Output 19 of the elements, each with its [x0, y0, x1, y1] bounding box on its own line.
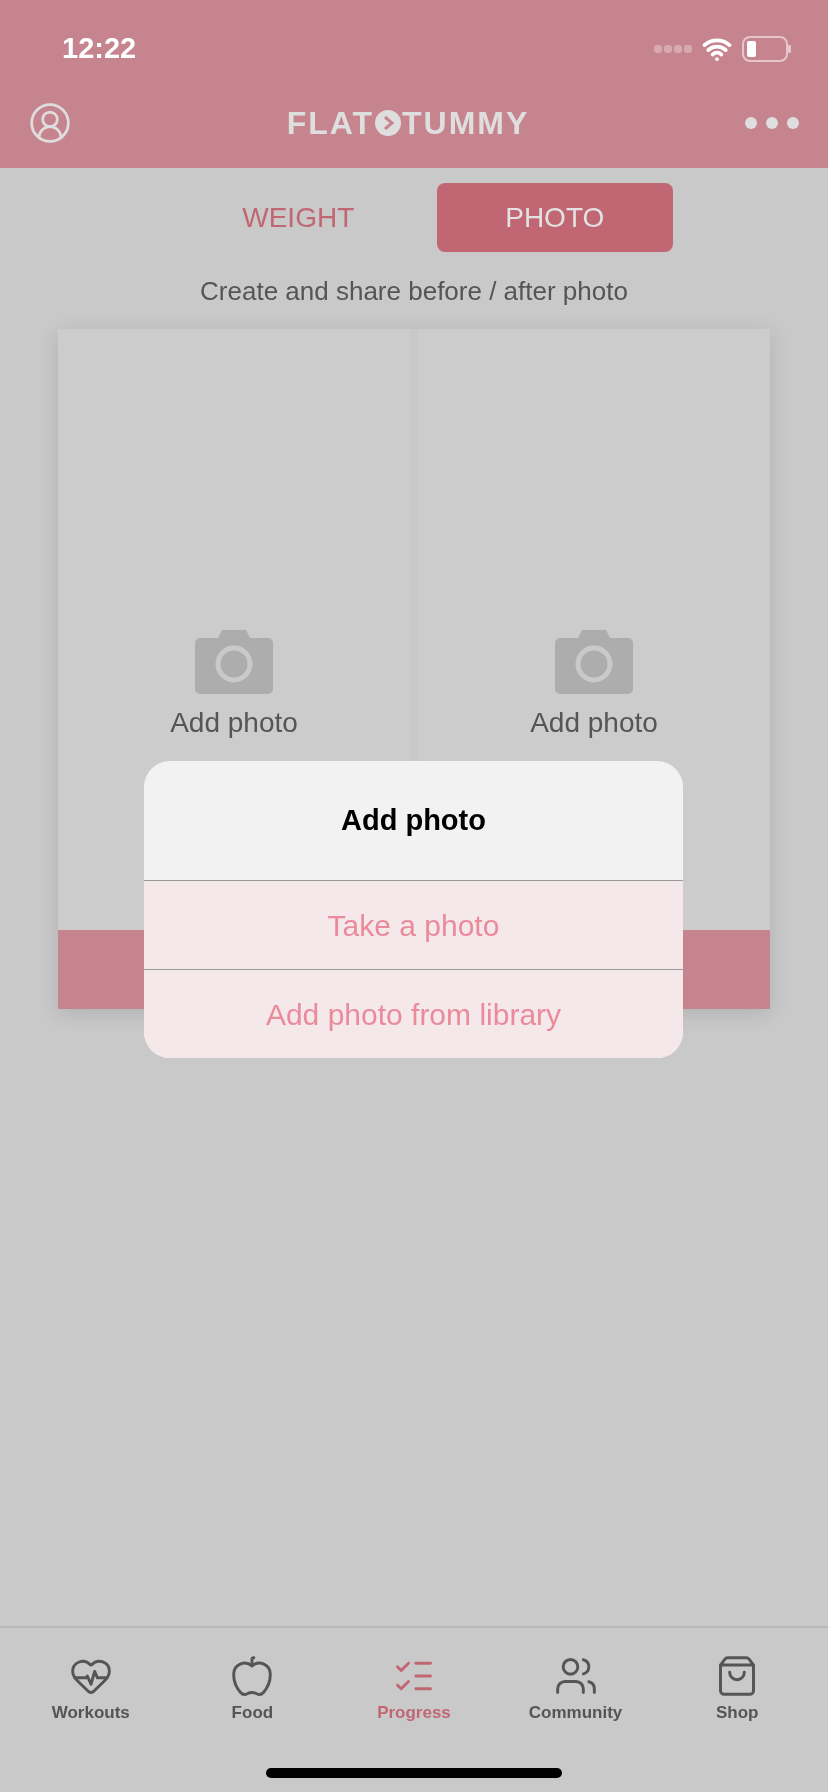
battery-icon: [742, 36, 792, 62]
logo-text: FLAT: [286, 104, 375, 143]
apple-icon: [230, 1654, 275, 1698]
tab-bar-item[interactable]: Progress: [349, 1654, 479, 1726]
slot-label: Add photo: [530, 705, 658, 740]
tab-bar-item[interactable]: Shop: [672, 1654, 803, 1726]
segment-tab[interactable]: WEIGHT: [180, 183, 417, 252]
more-icon[interactable]: [744, 116, 800, 130]
play-circle-icon: [374, 109, 403, 137]
subtitle: Create and share before / after photo: [200, 276, 628, 306]
status-time: 12:22: [62, 31, 137, 67]
signal-icon: [654, 44, 692, 54]
slot-label: Add photo: [170, 705, 298, 740]
tab-bar-item[interactable]: Workouts: [25, 1654, 156, 1726]
segment-tab[interactable]: PHOTO: [436, 183, 673, 252]
logo-text: TUMMY: [402, 104, 530, 143]
tab-bar-item[interactable]: Food: [187, 1654, 318, 1726]
tab-bar-item[interactable]: Community: [510, 1654, 641, 1726]
profile-icon[interactable]: [28, 101, 72, 145]
